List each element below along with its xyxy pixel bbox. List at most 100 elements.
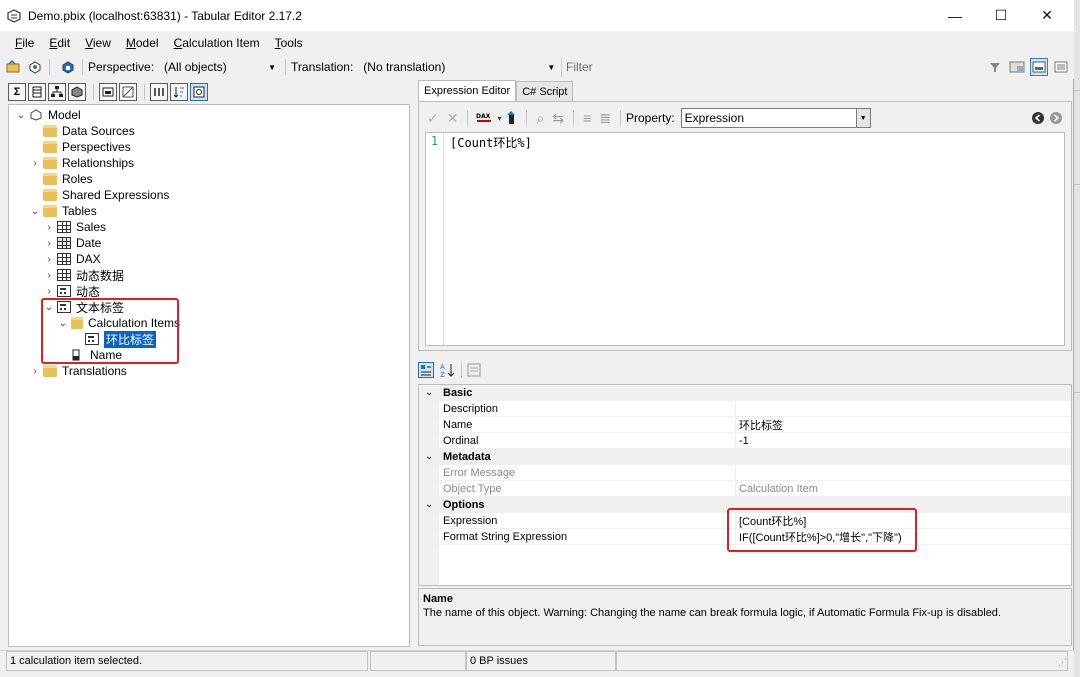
property-row-name[interactable]: Name 环比标签 xyxy=(419,417,1071,433)
menu-calculation-item[interactable]: Calculation Item xyxy=(174,36,260,50)
chevron-down-icon: ▼ xyxy=(547,62,556,72)
sort-icon[interactable] xyxy=(170,83,188,101)
folder-icon xyxy=(43,125,57,137)
tree-node-translations[interactable]: › Translations xyxy=(29,363,127,379)
table-icon xyxy=(57,269,71,281)
sigma-icon[interactable]: Σ xyxy=(8,83,26,101)
display-folders-icon[interactable] xyxy=(150,83,168,101)
property-select[interactable]: Expression ▼ xyxy=(680,108,871,128)
folder-icon xyxy=(43,189,57,201)
nav-buttons xyxy=(1031,111,1063,125)
translation-select[interactable]: (No translation) ▼ xyxy=(359,57,560,77)
chevron-down-icon[interactable]: ⌄ xyxy=(425,451,433,462)
tree-node-tables[interactable]: ⌄ Tables xyxy=(29,203,97,219)
alphabetical-icon[interactable]: AZ xyxy=(440,362,456,378)
dependencies-icon[interactable] xyxy=(505,111,517,125)
table-icon xyxy=(57,221,71,233)
tree-node-table-dax[interactable]: › DAX xyxy=(43,251,100,267)
tree-node-roles[interactable]: Roles xyxy=(43,171,93,187)
editor-toolbar: ✓ ✕ DAX ▾ ⌕ ⇆ ≡ ≣ Property: Expression ▼ xyxy=(423,106,1067,130)
menu-model[interactable]: Model xyxy=(126,36,159,50)
layout-view-icon[interactable] xyxy=(1030,58,1048,76)
property-row-error-message[interactable]: Error Message xyxy=(419,465,1071,481)
comment-icon[interactable]: ≡ xyxy=(583,110,591,126)
grid-view-icon[interactable] xyxy=(1008,58,1026,76)
resize-grip-icon[interactable]: ⋰ xyxy=(1058,657,1067,668)
chevron-right-icon[interactable]: › xyxy=(43,270,55,281)
filter-icon[interactable] xyxy=(986,58,1004,76)
menu-tools[interactable]: Tools xyxy=(275,36,303,50)
property-grid: ⌄ Basic Description Name 环比标签 Ordinal -1… xyxy=(418,384,1072,586)
forward-icon[interactable] xyxy=(1049,111,1063,125)
chevron-right-icon[interactable]: › xyxy=(43,254,55,265)
property-row-ordinal[interactable]: Ordinal -1 xyxy=(419,433,1071,449)
menu-view[interactable]: View xyxy=(85,36,111,50)
back-icon[interactable] xyxy=(1031,111,1045,125)
columns-icon[interactable] xyxy=(28,83,46,101)
tree-node-table-dynamic-data[interactable]: › 动态数据 xyxy=(43,267,124,283)
tab-expression-editor[interactable]: Expression Editor xyxy=(418,80,517,101)
tree-node-data-sources[interactable]: Data Sources xyxy=(43,123,135,139)
tree-node-model[interactable]: ⌄ Model xyxy=(15,107,81,123)
tree-node-shared-expressions[interactable]: Shared Expressions xyxy=(43,187,169,203)
tab-csharp-script[interactable]: C# Script xyxy=(516,81,574,101)
tree-node-perspectives[interactable]: Perspectives xyxy=(43,139,131,155)
category-basic[interactable]: ⌄ Basic xyxy=(419,385,1071,401)
maximize-button[interactable]: ☐ xyxy=(978,0,1024,31)
hierarchy-icon[interactable] xyxy=(48,83,66,101)
chevron-right-icon[interactable]: › xyxy=(43,222,55,233)
metadata-icon[interactable] xyxy=(190,83,208,101)
property-row-description[interactable]: Description xyxy=(419,401,1071,417)
chevron-right-icon[interactable]: › xyxy=(29,366,41,377)
folder-icon xyxy=(43,173,57,185)
status-info xyxy=(616,651,1068,671)
view-toggle-group xyxy=(982,58,1070,76)
chevron-right-icon[interactable]: › xyxy=(29,158,41,169)
chevron-down-icon[interactable]: ⌄ xyxy=(425,499,433,510)
name-value[interactable]: 环比标签 xyxy=(739,417,1069,433)
uncomment-icon[interactable]: ≣ xyxy=(599,110,611,127)
translation-label: Translation: xyxy=(291,60,354,74)
tree-node-table-date[interactable]: › Date xyxy=(43,235,101,251)
chevron-down-icon[interactable]: ⌄ xyxy=(15,110,27,121)
ordinal-value[interactable]: -1 xyxy=(739,433,1069,449)
tree-node-table-sales[interactable]: › Sales xyxy=(43,219,106,235)
perspective-select[interactable]: (All objects) ▼ xyxy=(160,57,281,77)
list-view-icon[interactable] xyxy=(1052,58,1070,76)
chevron-right-icon[interactable]: › xyxy=(43,238,55,249)
save-icon[interactable] xyxy=(59,58,77,76)
open-icon[interactable] xyxy=(4,58,22,76)
filter-input[interactable]: Filter xyxy=(561,57,973,77)
code-line[interactable]: [Count环比%] xyxy=(450,134,532,151)
category-metadata[interactable]: ⌄ Metadata xyxy=(419,449,1071,465)
property-pages-icon[interactable] xyxy=(467,363,481,377)
categorized-icon[interactable] xyxy=(418,362,434,378)
replace-icon[interactable]: ⇆ xyxy=(552,110,564,127)
property-row-object-type[interactable]: Object Type Calculation Item xyxy=(419,481,1071,497)
highlight-box xyxy=(727,508,917,552)
close-button[interactable]: ✕ xyxy=(1024,0,1070,31)
partition-icon[interactable] xyxy=(68,83,86,101)
menu-file[interactable]: File xyxy=(15,36,34,50)
cancel-icon[interactable]: ✕ xyxy=(447,110,459,127)
menu-edit[interactable]: Edit xyxy=(49,36,70,50)
tree-node-table-dynamic[interactable]: › 动态 xyxy=(43,283,100,299)
minimize-button[interactable]: — xyxy=(932,0,978,31)
perspective-label: Perspective: xyxy=(88,60,155,74)
chevron-down-icon[interactable]: ⌄ xyxy=(29,206,41,217)
chevron-down-icon[interactable]: ▾ xyxy=(497,114,501,123)
code-editor[interactable]: 1 [Count环比%] xyxy=(425,132,1065,346)
chevron-down-icon[interactable]: ⌄ xyxy=(425,387,433,398)
tree-node-relationships[interactable]: › Relationships xyxy=(29,155,134,171)
accept-icon[interactable]: ✓ xyxy=(427,110,439,127)
dax-format-icon[interactable]: DAX xyxy=(476,111,494,125)
show-all-icon[interactable] xyxy=(119,83,137,101)
show-hidden-icon[interactable] xyxy=(99,83,117,101)
chevron-right-icon[interactable]: › xyxy=(43,286,55,297)
toolbar-separator xyxy=(461,362,462,378)
toolbar-separator xyxy=(93,84,94,100)
title-bar: Demo.pbix (localhost:63831) - Tabular Ed… xyxy=(0,0,1074,31)
connect-icon[interactable] xyxy=(26,58,44,76)
status-bp-issues[interactable]: 0 BP issues xyxy=(466,651,616,671)
search-icon[interactable]: ⌕ xyxy=(536,110,544,127)
